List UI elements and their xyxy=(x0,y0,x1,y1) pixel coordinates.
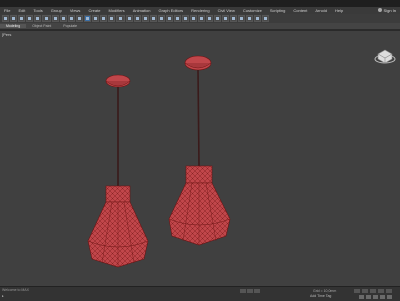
previous-frame-icon[interactable] xyxy=(362,289,368,293)
menu-file[interactable]: File xyxy=(0,8,14,13)
go-to-start-icon[interactable] xyxy=(354,289,360,293)
pivot-center-icon[interactable] xyxy=(126,15,133,22)
menu-animation[interactable]: Animation xyxy=(129,8,155,13)
keyboard-shortcut-override-icon[interactable] xyxy=(134,15,141,22)
edit-named-selection-icon[interactable] xyxy=(174,15,181,22)
x-coord-field[interactable] xyxy=(240,289,246,293)
ribbon-tabs: Modeling Object Paint Populate xyxy=(0,23,400,29)
reference-coordinate-dropdown[interactable] xyxy=(116,15,125,22)
go-to-end-icon[interactable] xyxy=(386,289,392,293)
playback-controls xyxy=(354,289,392,293)
menu-tools[interactable]: Tools xyxy=(29,8,46,13)
menu-edit[interactable]: Edit xyxy=(14,8,29,13)
menu-views[interactable]: Views xyxy=(66,8,85,13)
zoom-icon[interactable] xyxy=(359,295,364,299)
menu-civil-view[interactable]: Civil View xyxy=(214,8,239,13)
material-editor-icon[interactable] xyxy=(238,15,245,22)
menu-content[interactable]: Content xyxy=(289,8,311,13)
select-object-icon[interactable] xyxy=(52,15,59,22)
scene-canvas xyxy=(87,55,231,268)
menu-create[interactable]: Create xyxy=(84,8,104,13)
menu-modifiers[interactable]: Modifiers xyxy=(104,8,128,13)
toggle-scene-explorer-icon[interactable] xyxy=(198,15,205,22)
status-bar: Welcome to MAX ▸ Grid = 10,0mm Add Time … xyxy=(0,286,400,301)
pendant-lamp-left[interactable] xyxy=(87,74,149,268)
maxscript-listener[interactable]: ▸ xyxy=(2,294,4,298)
select-move-icon[interactable] xyxy=(84,15,91,22)
pendant-lamp-right[interactable] xyxy=(168,55,231,246)
tab-populate[interactable]: Populate xyxy=(57,24,83,28)
rectangle-selection-icon[interactable] xyxy=(68,15,75,22)
menu-help[interactable]: Help xyxy=(331,8,347,13)
next-frame-icon[interactable] xyxy=(378,289,384,293)
angle-snap-icon[interactable] xyxy=(150,15,157,22)
menu-group[interactable]: Group xyxy=(47,8,66,13)
render-production-icon[interactable] xyxy=(262,15,269,22)
signin-button[interactable]: Sign In xyxy=(377,7,396,13)
schematic-view-icon[interactable] xyxy=(230,15,237,22)
select-by-name-icon[interactable] xyxy=(60,15,67,22)
curve-editor-icon[interactable] xyxy=(222,15,229,22)
ribbon-toggle-icon[interactable] xyxy=(214,15,221,22)
percent-snap-icon[interactable] xyxy=(158,15,165,22)
mirror-icon[interactable] xyxy=(182,15,189,22)
menu-scripting[interactable]: Scripting xyxy=(266,8,290,13)
signin-label: Sign In xyxy=(383,7,396,13)
menu-arnold[interactable]: Arnold xyxy=(311,8,331,13)
zoom-all-icon[interactable] xyxy=(366,295,371,299)
redo-icon[interactable] xyxy=(10,15,17,22)
window-crossing-icon[interactable] xyxy=(76,15,83,22)
tab-modeling[interactable]: Modeling xyxy=(0,24,27,28)
menu-rendering[interactable]: Rendering xyxy=(187,8,213,13)
menu-graph-editors[interactable]: Graph Editors xyxy=(154,8,187,13)
menu-customize[interactable]: Customize xyxy=(239,8,266,13)
viewport-navigation xyxy=(359,295,392,299)
tab-object-paint[interactable]: Object Paint xyxy=(26,24,57,28)
main-toolbar xyxy=(0,14,400,23)
maximize-viewport-icon[interactable] xyxy=(387,295,392,299)
welcome-text: Welcome to MAX xyxy=(2,288,29,292)
user-icon xyxy=(377,8,382,12)
bind-space-warp-icon[interactable] xyxy=(34,15,41,22)
rendered-frame-window-icon[interactable] xyxy=(254,15,261,22)
orbit-icon[interactable] xyxy=(380,295,385,299)
pan-icon[interactable] xyxy=(373,295,378,299)
add-time-tag-button[interactable]: Add Time Tag xyxy=(310,294,331,298)
select-scale-icon[interactable] xyxy=(100,15,107,22)
title-bar xyxy=(0,0,400,7)
select-rotate-icon[interactable] xyxy=(92,15,99,22)
placement-icon[interactable] xyxy=(108,15,115,22)
y-coord-field[interactable] xyxy=(247,289,253,293)
layer-explorer-icon[interactable] xyxy=(206,15,213,22)
grid-readout: Grid = 10,0mm xyxy=(313,289,337,293)
spinner-snap-icon[interactable] xyxy=(166,15,173,22)
undo-icon[interactable] xyxy=(2,15,9,22)
unlink-icon[interactable] xyxy=(26,15,33,22)
play-icon[interactable] xyxy=(370,289,376,293)
align-icon[interactable] xyxy=(190,15,197,22)
menu-bar: File Edit Tools Group Views Create Modif… xyxy=(0,7,400,14)
coordinate-fields xyxy=(240,289,260,293)
render-setup-icon[interactable] xyxy=(246,15,253,22)
link-icon[interactable] xyxy=(18,15,25,22)
perspective-viewport[interactable]: [Pers xyxy=(0,30,400,287)
snaps-toggle-icon[interactable] xyxy=(142,15,149,22)
z-coord-field[interactable] xyxy=(254,289,260,293)
selection-filter-dropdown[interactable] xyxy=(42,15,51,22)
